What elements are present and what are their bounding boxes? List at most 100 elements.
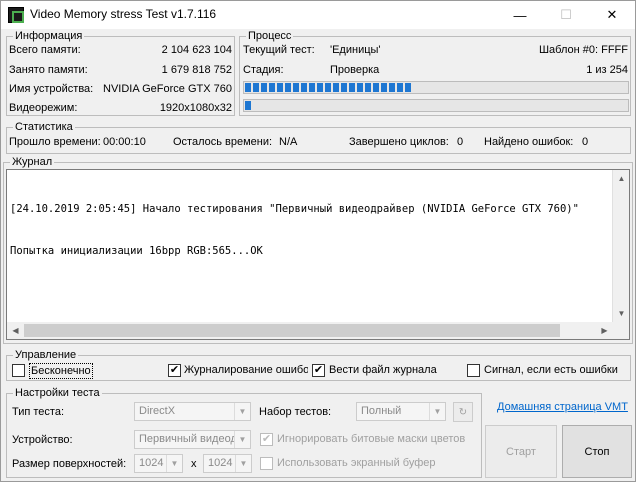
start-button: Старт	[485, 425, 557, 478]
progress-segment	[341, 83, 347, 92]
test-type-select: DirectX ▼	[134, 402, 251, 421]
progress-segment	[309, 83, 315, 92]
title-bar[interactable]: Video Memory stress Test v1.7.116 — ☐ ✕	[1, 1, 635, 29]
progress-segment	[293, 83, 299, 92]
surface-size-label: Размер поверхностей:	[12, 458, 127, 470]
stage-progress-fill	[245, 101, 251, 110]
errors-value: 0	[582, 136, 589, 148]
elapsed-value: 00:00:10	[103, 136, 146, 148]
log-horizontal-scrollbar[interactable]: ◀ ▶	[7, 322, 613, 339]
test-type-value: DirectX	[139, 405, 176, 417]
used-memory-label: Занято памяти:	[9, 64, 88, 76]
scrollbar-corner	[612, 322, 629, 339]
video-mode-value: 1920x1080x32	[159, 102, 232, 114]
remaining-label: Осталось времени:	[173, 136, 273, 148]
chevron-down-icon: ▼	[234, 431, 250, 448]
pattern-value: Шаблон #0: FFFF	[538, 44, 628, 56]
progress-segment	[373, 83, 379, 92]
stage-value: Проверка	[330, 64, 380, 76]
test-set-value: Полный	[361, 405, 402, 417]
cycles-value: 0	[457, 136, 464, 148]
cycles-label: Завершено циклов:	[349, 136, 449, 148]
progress-segment	[245, 83, 251, 92]
infinite-label[interactable]: Бесконечно	[29, 363, 93, 379]
progress-segment	[269, 83, 275, 92]
progress-segment	[253, 83, 259, 92]
progress-segment	[357, 83, 363, 92]
control-group-title: Управление	[13, 348, 79, 362]
test-type-label: Тип теста:	[12, 406, 65, 418]
progress-segment	[397, 83, 403, 92]
log-group-title: Журнал	[10, 155, 55, 169]
error-log-label[interactable]: Журналирование ошибок	[184, 363, 308, 377]
device-name-label: Имя устройства:	[9, 83, 94, 95]
ignore-masks-checkbox: ✔	[260, 433, 273, 446]
ignore-masks-label: Игнорировать битовые маски цветов	[277, 433, 466, 445]
progress-segment	[333, 83, 339, 92]
progress-segment	[349, 83, 355, 92]
stage-count: 1 из 254	[586, 64, 628, 76]
scroll-down-icon[interactable]: ▼	[613, 305, 630, 322]
log-file-label[interactable]: Вести файл журнала	[329, 363, 437, 377]
surface-width-value: 1024	[139, 457, 164, 469]
elapsed-label: Прошло времени:	[9, 136, 101, 148]
test-progress-fill	[245, 83, 411, 92]
progress-segment	[317, 83, 323, 92]
log-line: [24.10.2019 2:05:45] Начало тестирования…	[10, 203, 579, 215]
main-window: Video Memory stress Test v1.7.116 — ☐ ✕ …	[0, 0, 636, 482]
settings-group-title: Настройки теста	[13, 386, 102, 400]
progress-segment	[301, 83, 307, 92]
scroll-left-icon[interactable]: ◀	[7, 322, 24, 339]
maximize-button: ☐	[560, 7, 572, 22]
stage-label: Стадия:	[243, 64, 284, 76]
current-test-label: Текущий тест:	[243, 44, 315, 56]
screen-buffer-label: Использовать экранный буфер	[277, 457, 436, 469]
progress-segment	[245, 101, 251, 110]
log-textbox[interactable]: [24.10.2019 2:05:45] Начало тестирования…	[6, 169, 630, 340]
surface-height-select: 1024 ▼	[203, 454, 252, 473]
log-vertical-scrollbar[interactable]: ▲ ▼	[612, 170, 629, 322]
horizontal-scroll-thumb[interactable]	[24, 324, 560, 337]
progress-segment	[389, 83, 395, 92]
progress-segment	[381, 83, 387, 92]
progress-segment	[405, 83, 411, 92]
progress-segment	[325, 83, 331, 92]
homepage-link[interactable]: Домашняя страница VMT	[497, 401, 628, 413]
window-title: Video Memory stress Test v1.7.116	[30, 7, 217, 21]
infinite-checkbox[interactable]	[12, 364, 25, 377]
signal-checkbox[interactable]	[467, 364, 480, 377]
test-set-select: Полный ▼	[356, 402, 446, 421]
log-file-checkbox[interactable]: ✔	[312, 364, 325, 377]
signal-label[interactable]: Сигнал, если есть ошибки	[484, 363, 618, 377]
device-name-value: NVIDIA GeForce GTX 760	[103, 83, 232, 95]
chevron-down-icon: ▼	[235, 455, 251, 472]
progress-segment	[261, 83, 267, 92]
progress-segment	[285, 83, 291, 92]
errors-label: Найдено ошибок:	[484, 136, 574, 148]
scroll-up-icon[interactable]: ▲	[613, 170, 630, 187]
scroll-right-icon[interactable]: ▶	[596, 322, 613, 339]
total-memory-value: 2 104 623 104	[161, 44, 232, 56]
surface-width-select: 1024 ▼	[134, 454, 183, 473]
error-log-checkbox[interactable]: ✔	[168, 364, 181, 377]
device-label: Устройство:	[12, 434, 73, 446]
screen-buffer-checkbox	[260, 457, 273, 470]
chevron-down-icon: ▼	[429, 403, 445, 420]
log-line: Попытка инициализации 16bpp RGB:565...OK	[10, 245, 263, 257]
close-button[interactable]: ✕	[589, 1, 635, 29]
chevron-down-icon: ▼	[166, 455, 182, 472]
test-set-label: Набор тестов:	[259, 406, 332, 418]
stop-button[interactable]: Стоп	[562, 425, 632, 478]
video-mode-label: Видеорежим:	[9, 102, 78, 114]
remaining-value: N/A	[279, 136, 298, 148]
progress-segment	[277, 83, 283, 92]
stage-progress-bar	[243, 99, 629, 112]
refresh-icon: ↻	[453, 402, 473, 422]
minimize-button[interactable]: —	[497, 1, 543, 29]
progress-segment	[365, 83, 371, 92]
surface-height-value: 1024	[208, 457, 233, 469]
current-test-value: 'Единицы'	[330, 44, 381, 56]
total-memory-label: Всего памяти:	[9, 44, 81, 56]
process-group-title: Процесс	[246, 29, 294, 43]
info-group-title: Информация	[13, 29, 85, 43]
